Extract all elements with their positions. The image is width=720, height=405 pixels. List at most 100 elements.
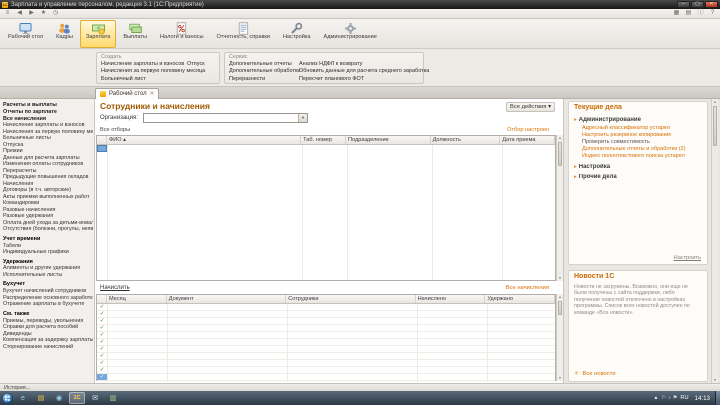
scroll-up-icon[interactable]: ▲ <box>557 135 563 141</box>
column-header[interactable]: Подразделение <box>346 136 431 144</box>
scroll-up-icon[interactable]: ▲ <box>557 294 563 300</box>
start-button[interactable] <box>2 392 13 404</box>
accrual-row[interactable]: ✓ <box>97 339 555 346</box>
todo-group-header[interactable]: ▸ Прочие дела <box>574 174 705 182</box>
column-header[interactable]: ФИО ▴ <box>107 136 302 144</box>
history-icon[interactable]: ◷ <box>51 9 60 18</box>
sidebar-link[interactable]: Отсутствия (болезни, прогулы, неявки) <box>3 226 93 233</box>
right-panel-scrollbar[interactable]: ▲ ▼ <box>711 99 718 383</box>
ribbon-tab-taxes[interactable]: Налоги и взносы <box>154 20 209 48</box>
ribbon-tab-settings[interactable]: Настройка <box>277 20 317 48</box>
employees-table-body[interactable] <box>97 145 555 280</box>
scroll-thumb[interactable] <box>713 106 717 146</box>
accrual-row[interactable]: ✓ <box>97 360 555 367</box>
organization-input[interactable] <box>144 114 298 122</box>
create-action-link[interactable]: Отпуск <box>187 61 205 68</box>
calendar-icon[interactable]: ▤ <box>684 9 693 18</box>
scroll-up-icon[interactable]: ▲ <box>712 99 718 105</box>
taskbar-1c-enterprise-icon[interactable]: 1С <box>69 392 85 404</box>
accrue-button[interactable]: Начислить <box>100 285 130 291</box>
sidebar-link[interactable]: Изменения оплаты сотрудников <box>3 161 93 168</box>
language-indicator[interactable]: RU <box>680 395 688 401</box>
column-header[interactable]: Должность <box>431 136 501 144</box>
sidebar-link[interactable]: Отчеты по зарплате <box>3 109 93 116</box>
taskbar-explorer-folder-icon[interactable]: ▤ <box>33 392 49 404</box>
todo-item[interactable]: Настроить резервное копирование <box>574 132 705 139</box>
maximize-button[interactable]: ▢ <box>691 1 704 8</box>
column-header[interactable]: Начислено <box>416 295 486 303</box>
ribbon-tab-desktop[interactable]: Рабочий стол <box>2 20 49 48</box>
accrual-row[interactable]: ✓ <box>97 367 555 374</box>
accrual-row[interactable]: ✓ <box>97 304 555 311</box>
todo-configure-link[interactable]: Настроить <box>674 255 701 261</box>
all-accruals-link[interactable]: Все начисления <box>506 285 549 291</box>
ribbon-tab-personnel[interactable]: Кадры <box>50 20 79 48</box>
sidebar-link[interactable]: Бухучет начислений сотрудников <box>3 288 93 295</box>
taskbar-mail-icon[interactable]: ✉ <box>87 392 103 404</box>
service-action-link[interactable]: Пересчет планового ФОТ <box>299 76 429 83</box>
network-icon[interactable]: ⚐ <box>662 395 667 401</box>
taskbar-internet-explorer-icon[interactable]: e <box>15 392 31 404</box>
show-hidden-icons-button[interactable]: ▲ <box>653 395 658 401</box>
sidebar-link[interactable]: Начисление зарплаты и взносов <box>3 122 93 129</box>
column-header[interactable]: Документ <box>167 295 287 303</box>
filter-scope-label[interactable]: Все отборы <box>100 127 130 133</box>
favorites-icon[interactable]: ★ <box>39 9 48 18</box>
create-action-link[interactable]: Больничный лист <box>101 76 205 83</box>
calculator-icon[interactable]: ▦ <box>672 9 681 18</box>
column-header[interactable]: Удержано <box>485 295 555 303</box>
sidebar-link[interactable]: Индивидуальные графики <box>3 249 93 256</box>
column-header[interactable]: Таб. номер <box>301 136 346 144</box>
tab-desktop[interactable]: Рабочий стол ✕ <box>95 88 160 99</box>
sidebar-link[interactable]: Расчеты и выплаты <box>3 102 93 109</box>
service-action-link[interactable]: Дополнительные обработки <box>229 68 300 75</box>
combo-dropdown-icon[interactable]: ▾ <box>298 114 307 122</box>
close-button[interactable]: ✕ <box>705 1 718 8</box>
column-header[interactable]: Сотрудники <box>286 295 416 303</box>
sidebar-link[interactable]: Исполнительные листы <box>3 272 93 279</box>
back-icon[interactable]: ◀ <box>15 9 24 18</box>
accrual-row[interactable]: ✓ <box>97 346 555 353</box>
scroll-down-icon[interactable]: ▼ <box>557 275 563 281</box>
scroll-thumb[interactable] <box>558 301 562 315</box>
employees-scrollbar[interactable]: ▲ ▼ <box>556 135 563 281</box>
all-actions-button[interactable]: Все действия ▾ <box>505 102 555 112</box>
todo-item[interactable]: Дополнительные отчеты и обработки (2) <box>574 146 705 153</box>
organization-combo[interactable]: ▾ <box>143 113 308 123</box>
close-tab-icon[interactable]: ✕ <box>150 91 155 97</box>
info-icon[interactable]: ⓘ <box>696 9 705 18</box>
sidebar-link[interactable]: Компенсация за задержку зарплаты <box>3 337 93 344</box>
scroll-thumb[interactable] <box>558 142 562 166</box>
show-desktop-button[interactable] <box>715 391 720 405</box>
all-news-link[interactable]: ✳ Все новости <box>574 371 616 377</box>
todo-item[interactable]: Адресный классификатор устарел <box>574 125 705 132</box>
filter-configured-link[interactable]: Отбор настроен <box>507 127 549 133</box>
forward-icon[interactable]: ▶ <box>27 9 36 18</box>
accruals-table-body[interactable]: ✓ ✓ ✓ ✓ ✓ ✓ ✓ ✓ ✓ ✓ ✓ <box>97 304 555 382</box>
accrual-row[interactable]: ✓ <box>97 332 555 339</box>
accrual-row[interactable]: ✓ <box>97 325 555 332</box>
accrual-row[interactable]: ✓ <box>97 311 555 318</box>
service-action-link[interactable]: Дополнительные отчеты <box>229 61 300 68</box>
accruals-scrollbar[interactable]: ▲ ▼ <box>556 294 563 381</box>
taskbar-documents-icon[interactable]: ▥ <box>105 392 121 404</box>
ribbon-tab-payments[interactable]: Выплаты <box>117 20 153 48</box>
service-action-link[interactable]: Переразнести <box>229 76 300 83</box>
sidebar-link[interactable]: Сторнирование начислений <box>3 344 93 351</box>
main-menu-icon[interactable]: ≡ <box>3 9 12 18</box>
sidebar-link[interactable]: Предыдущие повышения окладов <box>3 174 93 181</box>
taskbar-media-player-icon[interactable]: ◉ <box>51 392 67 404</box>
accrual-row[interactable]: ✓ <box>97 374 555 381</box>
sidebar-link[interactable]: Все начисления <box>3 116 93 123</box>
minimize-button[interactable]: – <box>677 1 690 8</box>
service-action-link[interactable]: Обновить данные для расчета среднего зар… <box>299 68 429 75</box>
todo-group-header[interactable]: ▸ Администрирование <box>574 117 705 125</box>
help-icon[interactable]: ? <box>708 9 717 18</box>
ribbon-tab-reports[interactable]: Отчетность, справки <box>211 20 277 48</box>
column-header[interactable]: Дата приема <box>500 136 556 144</box>
volume-icon[interactable]: ♪ <box>668 395 671 401</box>
todo-group-header[interactable]: ▸ Настройка <box>574 164 705 172</box>
column-header[interactable]: Месяц <box>107 295 167 303</box>
action-center-icon[interactable]: ⚑ <box>673 395 678 401</box>
accrual-row[interactable]: ✓ <box>97 353 555 360</box>
